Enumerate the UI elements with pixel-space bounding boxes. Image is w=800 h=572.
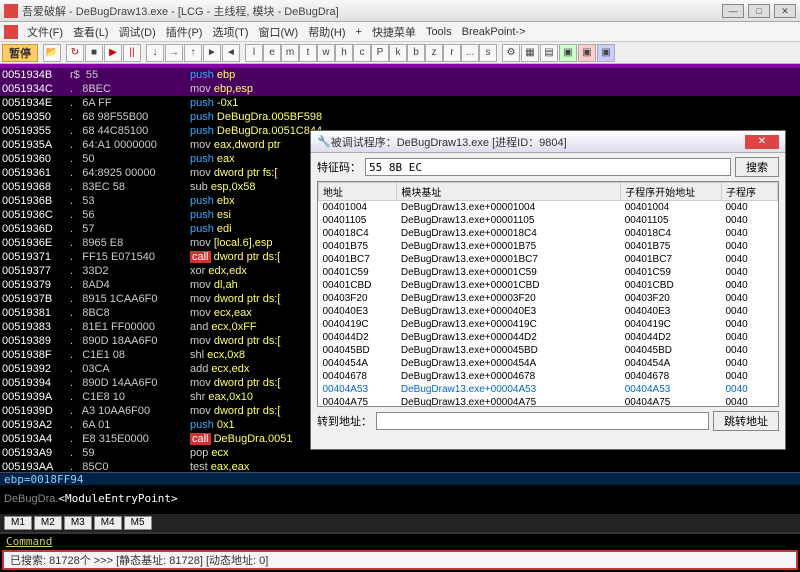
toolbar-letter-c[interactable]: c <box>353 44 371 62</box>
search-button[interactable]: 搜索 <box>735 157 779 177</box>
dialog-title-bar[interactable]: 🔧 被调试程序：DeBugDraw13.exe [进程ID：9804] ✕ <box>311 131 785 153</box>
toolbar-letter-P[interactable]: P <box>371 44 389 62</box>
result-row[interactable]: 004040E3DeBugDraw13.exe+000040E3004040E3… <box>319 305 778 318</box>
result-row[interactable]: 004044D2DeBugDraw13.exe+000044D2004044D2… <box>319 331 778 344</box>
memory-tab[interactable]: M5 <box>124 516 152 530</box>
command-line[interactable]: Command <box>0 532 800 548</box>
toolbar-letter-...[interactable]: ... <box>461 44 479 62</box>
result-row[interactable]: 00404A75DeBugDraw13.exe+00004A7500404A75… <box>319 396 778 407</box>
memory-tab[interactable]: M4 <box>94 516 122 530</box>
result-row[interactable]: 0040419CDeBugDraw13.exe+0000419C0040419C… <box>319 318 778 331</box>
disasm-row[interactable]: 0051934C. 8BECmov ebp,esp <box>0 82 800 96</box>
toolbar-letter-k[interactable]: k <box>389 44 407 62</box>
result-row[interactable]: 0040454ADeBugDraw13.exe+0000454A0040454A… <box>319 357 778 370</box>
result-row[interactable]: 00401C59DeBugDraw13.exe+00001C5900401C59… <box>319 266 778 279</box>
disasm-row[interactable]: 0051934Br$ 55push ebp <box>0 68 800 82</box>
stop-icon[interactable]: ■ <box>85 44 103 62</box>
result-row[interactable]: 004045BDDeBugDraw13.exe+000045BD004045BD… <box>319 344 778 357</box>
menu-item[interactable]: 帮助(H) <box>303 24 350 40</box>
toolbar-letter-w[interactable]: w <box>317 44 335 62</box>
tool-icon[interactable]: ▤ <box>540 44 558 62</box>
result-row[interactable]: 00401CBDDeBugDraw13.exe+00001CBD00401CBD… <box>319 279 778 292</box>
tool-icon[interactable]: ⚙ <box>502 44 520 62</box>
menu-item[interactable]: BreakPoint-> <box>457 26 531 38</box>
menu-item[interactable]: 文件(F) <box>22 24 68 40</box>
menu-bar: 文件(F)查看(L)调试(D)插件(P)选项(T)窗口(W)帮助(H)+快捷菜单… <box>0 22 800 42</box>
run-to-icon[interactable]: ► <box>203 44 221 62</box>
column-header[interactable]: 模块基址 <box>397 183 621 201</box>
pause-icon[interactable]: || <box>123 44 141 62</box>
toolbar-letter-l[interactable]: l <box>245 44 263 62</box>
goto-input[interactable] <box>376 412 709 430</box>
signature-input[interactable] <box>365 158 731 176</box>
tool-icon[interactable]: ▣ <box>559 44 577 62</box>
disasm-row[interactable]: 005193AA. 85C0test eax,eax <box>0 460 800 472</box>
column-header[interactable]: 子程序开始地址 <box>621 183 722 201</box>
window-title: 吾爱破解 - DeBugDraw13.exe - [LCG - 主线程, 模块 … <box>22 3 722 19</box>
result-row[interactable]: 00403F20DeBugDraw13.exe+00003F2000403F20… <box>319 292 778 305</box>
toolbar: 暂停 📂 ↻ ■ ▶ || ↓ → ↑ ► ◄ lemtwhcPkbzr...s… <box>0 42 800 64</box>
memory-tab[interactable]: M1 <box>4 516 32 530</box>
result-row[interactable]: 00401105DeBugDraw13.exe+0000110500401105… <box>319 214 778 227</box>
title-bar: 吾爱破解 - DeBugDraw13.exe - [LCG - 主线程, 模块 … <box>0 0 800 22</box>
result-row[interactable]: 00401B75DeBugDraw13.exe+00001B7500401B75… <box>319 240 778 253</box>
result-row[interactable]: 00401004DeBugDraw13.exe+0000100400401004… <box>319 201 778 215</box>
command-label: Command <box>0 535 58 548</box>
dialog-close-button[interactable]: ✕ <box>745 135 779 149</box>
search-dialog: 🔧 被调试程序：DeBugDraw13.exe [进程ID：9804] ✕ 特征… <box>310 130 786 450</box>
signature-label: 特征码： <box>317 159 361 175</box>
dialog-icon: 🔧 <box>317 135 331 148</box>
app-icon <box>4 4 18 18</box>
menu-item[interactable]: 快捷菜单 <box>367 24 421 40</box>
memory-tab[interactable]: M3 <box>64 516 92 530</box>
toolbar-letter-z[interactable]: z <box>425 44 443 62</box>
close-button[interactable]: ✕ <box>774 4 796 18</box>
toolbar-letter-m[interactable]: m <box>281 44 299 62</box>
dialog-title: 被调试程序：DeBugDraw13.exe [进程ID：9804] <box>331 134 745 150</box>
toolbar-letter-b[interactable]: b <box>407 44 425 62</box>
menu-item[interactable]: 选项(T) <box>207 24 253 40</box>
goto-label: 转到地址： <box>317 413 372 429</box>
tool-icon[interactable]: ▣ <box>597 44 615 62</box>
register-bar: ebp=0018FF94 <box>0 472 800 486</box>
pause-badge[interactable]: 暂停 <box>2 44 38 62</box>
status-bar: 已搜索: 81728个 >>> [静态基址: 81728] [动态地址: 0] <box>2 550 798 570</box>
play-icon[interactable]: ▶ <box>104 44 122 62</box>
result-row[interactable]: 004018C4DeBugDraw13.exe+000018C4004018C4… <box>319 227 778 240</box>
toolbar-letter-t[interactable]: t <box>299 44 317 62</box>
menu-item[interactable]: 窗口(W) <box>254 24 304 40</box>
menu-item[interactable]: 插件(P) <box>161 24 208 40</box>
memory-tabs: M1M2M3M4M5 <box>0 514 800 532</box>
module-line: DeBugDra.<ModuleEntryPoint> <box>0 486 800 500</box>
disasm-row[interactable]: 0051934E. 6A FFpush -0x1 <box>0 96 800 110</box>
menu-item[interactable]: 调试(D) <box>114 24 161 40</box>
column-header[interactable]: 地址 <box>319 183 397 201</box>
tool-icon[interactable]: ▦ <box>521 44 539 62</box>
disasm-row[interactable]: 00519350. 68 98F55B00push DeBugDra.005BF… <box>0 110 800 124</box>
toolbar-letter-s[interactable]: s <box>479 44 497 62</box>
goto-button[interactable]: 跳转地址 <box>713 411 779 431</box>
tool-icon[interactable]: ▣ <box>578 44 596 62</box>
menu-item[interactable]: + <box>351 26 367 38</box>
toolbar-letter-r[interactable]: r <box>443 44 461 62</box>
menu-icon <box>4 25 18 39</box>
result-row[interactable]: 00401BC7DeBugDraw13.exe+00001BC700401BC7… <box>319 253 778 266</box>
result-row[interactable]: 00404A53DeBugDraw13.exe+00004A5300404A53… <box>319 383 778 396</box>
menu-item[interactable]: Tools <box>421 26 457 38</box>
memory-tab[interactable]: M2 <box>34 516 62 530</box>
minimize-button[interactable]: — <box>722 4 744 18</box>
back-icon[interactable]: ◄ <box>222 44 240 62</box>
restart-icon[interactable]: ↻ <box>66 44 84 62</box>
result-row[interactable]: 00404678DeBugDraw13.exe+0000467800404678… <box>319 370 778 383</box>
open-icon[interactable]: 📂 <box>43 44 61 62</box>
column-header[interactable]: 子程序 <box>722 183 778 201</box>
maximize-button[interactable]: □ <box>748 4 770 18</box>
step-out-icon[interactable]: ↑ <box>184 44 202 62</box>
toolbar-letter-h[interactable]: h <box>335 44 353 62</box>
step-over-icon[interactable]: → <box>165 44 183 62</box>
menu-item[interactable]: 查看(L) <box>68 24 113 40</box>
results-table[interactable]: 地址模块基址子程序开始地址子程序 00401004DeBugDraw13.exe… <box>317 181 779 407</box>
step-into-icon[interactable]: ↓ <box>146 44 164 62</box>
toolbar-letter-e[interactable]: e <box>263 44 281 62</box>
